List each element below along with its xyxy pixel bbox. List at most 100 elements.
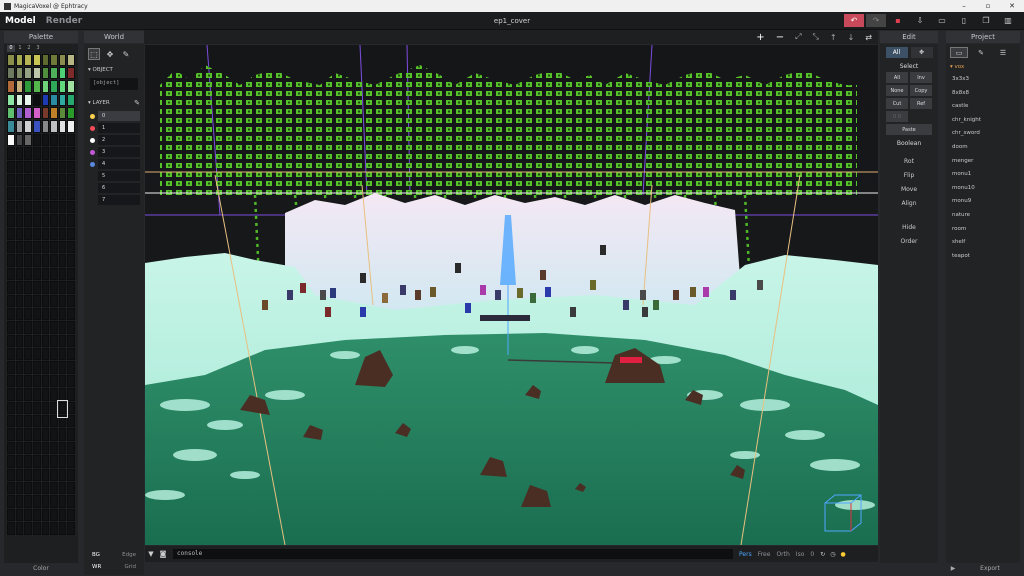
edit-action-hide[interactable]: Hide	[880, 221, 938, 235]
palette-swatch[interactable]	[32, 240, 41, 254]
palette-swatch[interactable]	[7, 227, 15, 240]
palette-swatch[interactable]	[24, 455, 32, 468]
palette-swatch[interactable]	[50, 174, 58, 187]
project-file-item[interactable]: room	[946, 223, 1020, 237]
palette-swatch[interactable]	[32, 227, 41, 240]
palette-swatch[interactable]	[24, 267, 32, 281]
palette-swatch[interactable]	[41, 133, 50, 147]
palette-swatch[interactable]	[15, 187, 24, 200]
palette-swatch[interactable]	[41, 348, 50, 361]
view-mode-pers[interactable]: Pers	[739, 551, 752, 558]
palette-swatch[interactable]	[58, 120, 67, 133]
palette-swatch[interactable]	[67, 495, 75, 508]
palette-swatch[interactable]	[7, 133, 15, 147]
palette-swatch[interactable]	[7, 120, 15, 133]
palette-swatch[interactable]	[58, 93, 67, 107]
palette-swatch[interactable]	[41, 214, 50, 227]
palette-swatch[interactable]	[15, 80, 24, 93]
project-file-item[interactable]: 3x3x3	[946, 73, 1020, 87]
fit-icon[interactable]: ✥	[910, 47, 933, 58]
palette-swatch[interactable]	[58, 361, 67, 374]
layer-row[interactable]: 4	[90, 158, 140, 170]
palette-swatch[interactable]	[41, 401, 50, 415]
maximize-icon[interactable]: ▫	[976, 2, 1000, 10]
palette-swatch[interactable]	[24, 348, 32, 361]
play-icon[interactable]: ▶	[946, 565, 960, 572]
select-button[interactable]: Cut	[886, 98, 908, 109]
palette-swatch[interactable]	[15, 267, 24, 281]
view-mode-free[interactable]: Free	[758, 551, 771, 558]
palette-swatch[interactable]	[7, 174, 15, 187]
zoom-in-icon[interactable]: +	[756, 32, 764, 43]
palette-swatch[interactable]	[58, 334, 67, 348]
palette-swatch[interactable]	[24, 120, 32, 133]
palette-swatch[interactable]	[15, 401, 24, 415]
palette-swatch[interactable]	[7, 281, 15, 294]
palette-swatch[interactable]	[7, 361, 15, 374]
project-file-item[interactable]: doom	[946, 141, 1020, 155]
project-file-item[interactable]: chr_knight	[946, 114, 1020, 128]
project-folder[interactable]: ▾ vox	[946, 61, 1020, 73]
layer-color-dot[interactable]	[90, 198, 95, 203]
palette-swatch[interactable]	[41, 240, 50, 254]
wr-toggle[interactable]: WR	[92, 564, 101, 570]
select-button[interactable]: Ref	[910, 98, 932, 109]
palette-swatch[interactable]	[50, 53, 58, 66]
palette-swatch[interactable]	[67, 281, 75, 294]
project-file-item[interactable]: castle	[946, 100, 1020, 114]
palette-swatch[interactable]	[15, 174, 24, 187]
color-footer[interactable]: Color	[4, 563, 78, 574]
palette-swatch[interactable]	[15, 321, 24, 334]
palette-swatch[interactable]	[7, 240, 15, 254]
palette-swatch[interactable]	[41, 441, 50, 455]
palette-swatch[interactable]	[67, 187, 75, 200]
palette-swatch[interactable]	[41, 294, 50, 307]
palette-swatch[interactable]	[41, 66, 50, 80]
palette-swatch[interactable]	[32, 441, 41, 455]
swap-icon[interactable]: ⇄	[865, 33, 872, 42]
close-icon[interactable]: ✕	[1000, 2, 1024, 10]
palette-swatch[interactable]	[50, 200, 58, 214]
palette-swatch[interactable]	[32, 66, 41, 80]
expand-icon[interactable]: ⤢	[795, 32, 801, 42]
palette-swatch[interactable]	[15, 415, 24, 428]
undo-button[interactable]: ↶	[844, 14, 864, 27]
palette-swatch[interactable]	[15, 455, 24, 468]
arrow-up-icon[interactable]: ↑	[830, 33, 837, 42]
palette-swatch[interactable]	[15, 281, 24, 294]
palette-swatch[interactable]	[24, 294, 32, 307]
palette-tab[interactable]: 2	[25, 45, 33, 52]
layer-color-dot[interactable]	[90, 137, 95, 143]
palette-swatch[interactable]	[50, 388, 58, 401]
palette-swatch[interactable]	[24, 160, 32, 174]
bg-toggle[interactable]: BG	[92, 552, 100, 558]
camera-icon[interactable]: ◙	[157, 550, 169, 558]
palette-swatch[interactable]	[32, 348, 41, 361]
open-folder-icon[interactable]: ▭	[932, 14, 952, 27]
edge-toggle[interactable]: Edge	[122, 552, 136, 558]
grid-toggle[interactable]: Grid	[124, 564, 136, 570]
palette-swatch[interactable]	[7, 428, 15, 441]
palette-swatch[interactable]	[32, 495, 41, 508]
palette-swatch[interactable]	[32, 147, 41, 160]
palette-swatch[interactable]	[15, 214, 24, 227]
palette-swatch[interactable]	[15, 374, 24, 388]
palette-swatch[interactable]	[32, 415, 41, 428]
palette-swatch[interactable]	[50, 214, 58, 227]
palette-swatch[interactable]	[32, 254, 41, 267]
palette-swatch[interactable]	[24, 361, 32, 374]
palette-swatch[interactable]	[15, 120, 24, 133]
palette-swatch[interactable]	[15, 133, 24, 147]
palette-swatch[interactable]	[50, 107, 58, 120]
palette-swatch[interactable]	[15, 147, 24, 160]
edit-all-button[interactable]: All	[885, 47, 908, 58]
list-icon[interactable]: ☰	[994, 47, 1012, 58]
minimize-icon[interactable]: –	[952, 2, 976, 10]
palette-swatch[interactable]	[58, 307, 67, 321]
palette-swatch[interactable]	[7, 321, 15, 334]
palette-swatch[interactable]	[67, 147, 75, 160]
palette-swatch[interactable]	[24, 388, 32, 401]
palette-swatch[interactable]	[41, 522, 50, 535]
palette-swatch[interactable]	[58, 80, 67, 93]
palette-swatch[interactable]	[41, 455, 50, 468]
